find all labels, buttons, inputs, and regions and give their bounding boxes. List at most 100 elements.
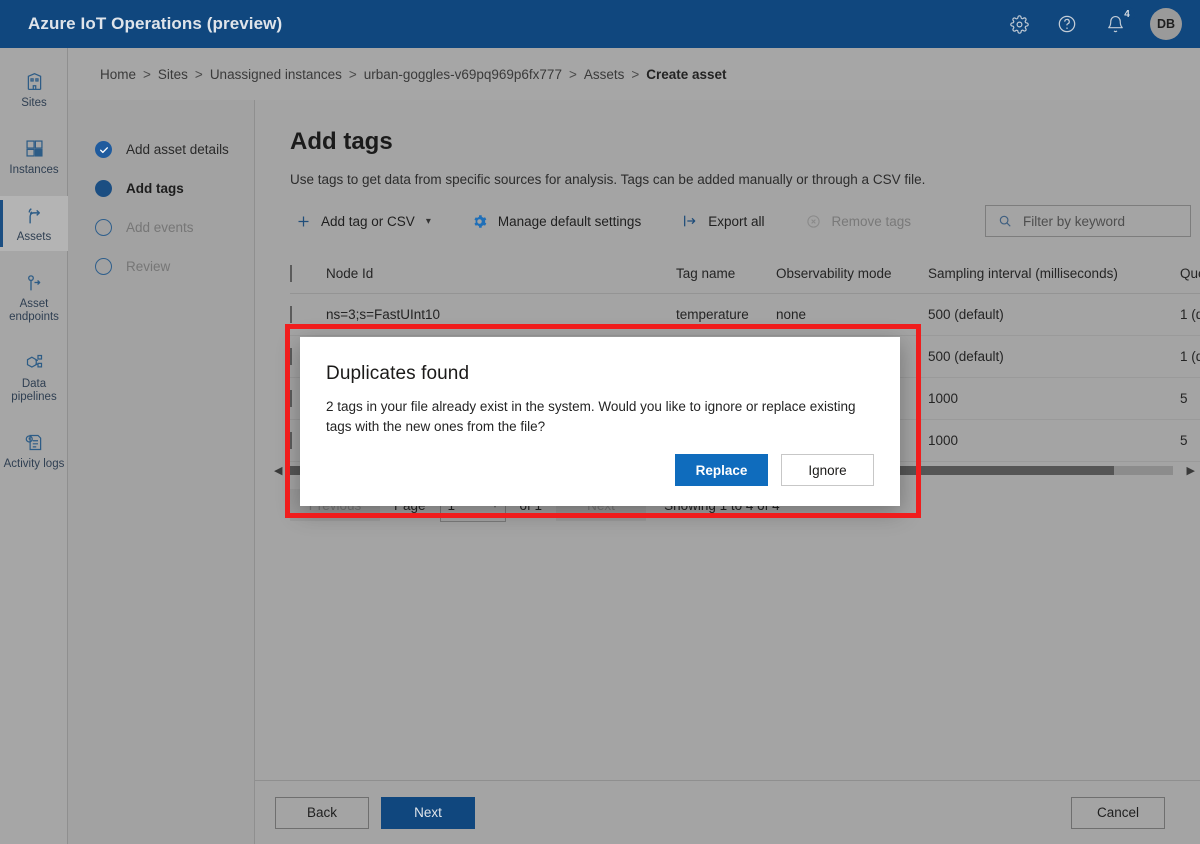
- sidebar-item-data-pipelines[interactable]: Data pipelines: [0, 343, 68, 411]
- table-toolbar: Add tag or CSV ▾ Manage default settings…: [290, 201, 1200, 241]
- data-pipelines-icon: [24, 351, 45, 373]
- dialog-body-text: 2 tags in your file already exist in the…: [326, 399, 856, 434]
- column-header-queue-size[interactable]: Queue size: [1180, 257, 1200, 294]
- breadcrumb-item-assets[interactable]: Assets: [584, 67, 625, 82]
- sidebar-item-label: Data pipelines: [11, 378, 57, 403]
- wizard-step-label: Add asset details: [126, 142, 229, 157]
- scroll-left-icon[interactable]: ◀: [274, 464, 282, 477]
- manage-default-settings-label: Manage default settings: [497, 213, 642, 229]
- export-all-button[interactable]: Export all: [677, 206, 778, 236]
- dialog-actions: Replace Ignore: [326, 454, 874, 486]
- row-checkbox[interactable]: [290, 348, 292, 365]
- breadcrumb-item-current: Create asset: [646, 66, 727, 82]
- wizard-step-label: Review: [126, 259, 171, 274]
- manage-default-settings-button[interactable]: Manage default settings: [467, 206, 655, 236]
- select-all-checkbox[interactable]: [290, 265, 292, 282]
- row-checkbox[interactable]: [290, 432, 292, 449]
- breadcrumb-separator: >: [194, 66, 203, 82]
- sidebar-item-label: Asset endpoints: [9, 298, 59, 323]
- avatar[interactable]: DB: [1150, 8, 1182, 40]
- cell-tag-name: temperature: [676, 293, 776, 336]
- export-all-label: Export all: [708, 213, 765, 229]
- column-header-sampling-interval[interactable]: Sampling interval (milliseconds): [928, 257, 1180, 294]
- row-checkbox[interactable]: [290, 306, 292, 323]
- export-icon: [681, 212, 699, 230]
- scroll-right-icon[interactable]: ▶: [1187, 464, 1195, 477]
- breadcrumb-item-unassigned-instances[interactable]: Unassigned instances: [210, 67, 342, 82]
- sidebar-item-sites[interactable]: Sites: [0, 62, 68, 117]
- remove-tags-button[interactable]: Remove tags: [800, 206, 925, 236]
- sidebar-item-instances[interactable]: Instances: [0, 129, 68, 184]
- step-current-icon: [95, 180, 112, 197]
- replace-button[interactable]: Replace: [675, 454, 768, 486]
- page-title: Add tags: [290, 128, 393, 155]
- wizard-step-add-events[interactable]: Add events: [68, 208, 254, 247]
- check-icon: [95, 141, 112, 158]
- row-select-cell: [290, 293, 326, 336]
- sidebar-item-asset-endpoints[interactable]: Asset endpoints: [0, 263, 68, 331]
- dialog-title: Duplicates found: [326, 363, 470, 384]
- column-header-observability-mode[interactable]: Observability mode: [776, 257, 928, 294]
- back-button[interactable]: Back: [275, 796, 369, 829]
- ignore-button[interactable]: Ignore: [781, 454, 874, 486]
- add-tag-or-csv-button[interactable]: Add tag or CSV ▾: [290, 206, 445, 236]
- row-checkbox[interactable]: [290, 390, 292, 407]
- chevron-down-icon: ▾: [425, 215, 431, 227]
- wizard-step-label: Add events: [126, 220, 194, 235]
- activity-logs-icon: [24, 431, 45, 453]
- column-header-tag-name[interactable]: Tag name: [676, 257, 776, 294]
- filter-placeholder: Filter by keyword: [1023, 213, 1126, 229]
- wizard-step-review[interactable]: Review: [68, 247, 254, 286]
- next-button[interactable]: Next: [381, 796, 475, 829]
- gear-icon[interactable]: [1006, 11, 1032, 37]
- cell-sampling-interval: 1000: [928, 377, 1180, 420]
- app-header: Azure IoT Operations (preview) 4 DB: [0, 0, 1200, 48]
- table-row[interactable]: ns=3;s=FastUInt10 temperature none 500 (…: [290, 293, 1200, 336]
- instances-icon: [24, 137, 45, 159]
- cell-queue-size: 5: [1180, 419, 1200, 462]
- cell-sampling-interval: 500 (default): [928, 335, 1180, 378]
- bell-icon[interactable]: 4: [1102, 7, 1135, 37]
- wizard-step-add-asset-details[interactable]: Add asset details: [68, 130, 254, 169]
- sidebar-item-activity-logs[interactable]: Activity logs: [0, 423, 68, 478]
- cancel-button[interactable]: Cancel: [1071, 796, 1165, 829]
- column-header-node-id[interactable]: Node Id: [326, 257, 676, 294]
- sites-icon: [24, 70, 45, 92]
- select-all-header: [290, 257, 326, 294]
- breadcrumb-item-sites[interactable]: Sites: [158, 67, 188, 82]
- cell-queue-size: 1 (default): [1180, 335, 1200, 378]
- step-pending-icon: [95, 258, 112, 275]
- cell-node-id: ns=3;s=FastUInt10: [326, 293, 676, 336]
- breadcrumb-separator: >: [631, 66, 640, 82]
- wizard-step-add-tags[interactable]: Add tags: [68, 169, 254, 208]
- breadcrumb-separator: >: [348, 66, 357, 82]
- help-icon[interactable]: [1054, 11, 1080, 37]
- cell-queue-size: 5: [1180, 377, 1200, 420]
- plus-icon: [294, 212, 312, 230]
- add-tag-or-csv-label: Add tag or CSV: [321, 213, 415, 229]
- header-actions: 4 DB: [1006, 7, 1200, 40]
- table-header-row: Node Id Tag name Observability mode Samp…: [290, 257, 1200, 294]
- breadcrumb-separator: >: [568, 66, 577, 82]
- page-root: Azure IoT Operations (preview) 4 DB Site…: [0, 0, 1200, 844]
- cell-sampling-interval: 1000: [928, 419, 1180, 462]
- asset-endpoints-icon: [24, 271, 45, 293]
- sidebar-item-assets[interactable]: Assets: [0, 196, 68, 251]
- sidebar-item-label: Activity logs: [3, 458, 65, 470]
- page-subtitle: Use tags to get data from specific sourc…: [290, 172, 926, 187]
- breadcrumb: Home > Sites > Unassigned instances > ur…: [68, 48, 1200, 100]
- sidebar-item-label: Instances: [9, 164, 59, 176]
- breadcrumb-item-home[interactable]: Home: [100, 67, 136, 82]
- remove-tags-label: Remove tags: [831, 213, 912, 229]
- search-icon: [996, 212, 1014, 230]
- cell-sampling-interval: 500 (default): [928, 293, 1180, 336]
- filter-input[interactable]: Filter by keyword: [985, 205, 1191, 237]
- duplicates-found-dialog: Duplicates found 2 tags in your file alr…: [300, 337, 900, 506]
- sidebar-item-label: Assets: [16, 231, 52, 243]
- step-pending-icon: [95, 219, 112, 236]
- remove-circle-icon: [804, 212, 822, 230]
- wizard-footer: Back Next Cancel: [255, 780, 1200, 844]
- cell-queue-size: 1 (default): [1180, 293, 1200, 336]
- breadcrumb-item-instance[interactable]: urban-goggles-v69pq969p6fx777: [364, 67, 562, 82]
- cell-observability-mode: none: [776, 293, 928, 336]
